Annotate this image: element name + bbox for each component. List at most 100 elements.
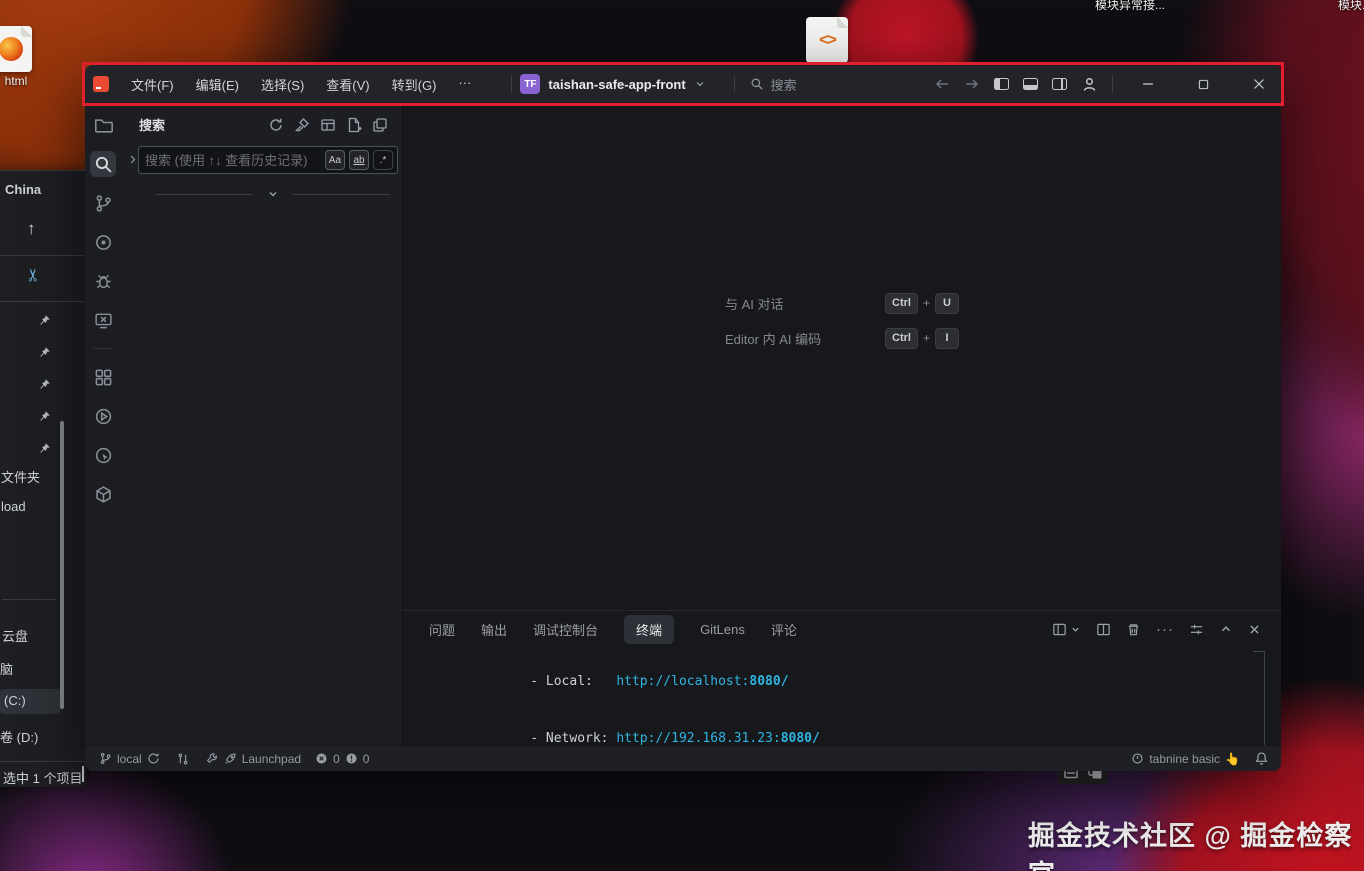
menu-file[interactable]: 文件(F) <box>131 75 174 94</box>
menu-goto[interactable]: 转到(G) <box>392 75 437 94</box>
menu-selection[interactable]: 选择(S) <box>261 75 304 94</box>
maximize-button[interactable] <box>1183 65 1224 103</box>
toggle-right-sidebar-icon[interactable] <box>1052 78 1067 90</box>
error-icon <box>315 752 328 765</box>
pin-icon[interactable] <box>38 314 51 327</box>
collapse-all-icon[interactable] <box>372 117 388 133</box>
extension-plugin-icon-2[interactable] <box>90 442 116 468</box>
project-name[interactable]: taishan-safe-app-front <box>548 77 685 92</box>
titlebar: 文件(F) 编辑(E) 选择(S) 查看(V) 转到(G) ··· TF tai… <box>85 65 1281 103</box>
divider <box>93 348 113 349</box>
file-explorer-window: China ↑ ✂ 文件夹 load 云盘 脑 (C:) 卷 (D:) 选中 1… <box>0 170 86 787</box>
menu-view[interactable]: 查看(V) <box>326 75 369 94</box>
pin-icon[interactable] <box>38 378 51 391</box>
close-button[interactable] <box>1238 65 1271 103</box>
titlebar-search[interactable]: 搜索 <box>734 75 797 94</box>
nav-item-folder[interactable]: 文件夹 <box>1 467 40 486</box>
problems-status-item[interactable]: 0 0 <box>315 752 369 766</box>
desktop-file-label[interactable]: html <box>0 74 44 88</box>
new-search-editor-icon[interactable] <box>346 117 362 133</box>
desktop-file-icon-html[interactable] <box>0 26 32 72</box>
tab-debug-console[interactable]: 调试控制台 <box>533 620 598 639</box>
chevron-down-icon <box>253 188 293 200</box>
kill-terminal-trash-icon[interactable] <box>1126 622 1141 637</box>
source-control-icon[interactable] <box>90 190 116 216</box>
divider <box>1112 76 1113 92</box>
tab-comments[interactable]: 评论 <box>771 620 797 639</box>
cut-icon[interactable]: ✂ <box>24 268 44 282</box>
nav-item-cloud-drive[interactable]: 云盘 <box>2 626 28 645</box>
page-fold <box>837 17 848 28</box>
code-brackets-glyph: <> <box>819 30 835 50</box>
search-view-icon[interactable] <box>90 151 116 177</box>
split-terminal-icon[interactable] <box>1096 622 1111 637</box>
desktop-icon-label-truncated[interactable]: 模块... <box>1338 0 1364 13</box>
whole-word-button[interactable]: ab <box>349 150 369 170</box>
expand-replace-chevron-icon[interactable] <box>127 154 138 165</box>
tab-terminal[interactable]: 终端 <box>624 615 674 644</box>
search-input[interactable] <box>145 153 321 168</box>
toggle-search-details[interactable] <box>155 188 390 200</box>
warning-count: 0 <box>363 752 370 766</box>
close-panel-icon[interactable] <box>1248 623 1261 636</box>
pin-icon[interactable] <box>38 410 51 423</box>
chevron-down-icon[interactable] <box>694 78 706 90</box>
menu-edit[interactable]: 编辑(E) <box>196 75 239 94</box>
explorer-scrollbar[interactable] <box>60 421 64 709</box>
forward-arrow-icon[interactable] <box>964 76 980 92</box>
pin-icon[interactable] <box>38 346 51 359</box>
new-terminal-button[interactable] <box>1052 622 1081 637</box>
maximize-panel-chevron-icon[interactable] <box>1219 622 1233 636</box>
ai-shortcut-hints: 与 AI 对话 Ctrl + U Editor 内 AI 编码 Ctrl + I <box>725 293 959 349</box>
gitlens-icon[interactable] <box>90 229 116 255</box>
toggle-left-sidebar-icon[interactable] <box>994 78 1009 90</box>
desktop-file-icon-code[interactable]: <> <box>806 17 848 63</box>
extensions-icon[interactable] <box>90 364 116 390</box>
explorer-tab-title[interactable]: China <box>5 182 41 197</box>
debug-icon[interactable] <box>90 268 116 294</box>
branch-name: local <box>117 752 142 766</box>
clear-results-icon[interactable] <box>294 117 310 133</box>
app-logo-icon[interactable] <box>93 76 109 92</box>
keycap-i: I <box>935 328 959 349</box>
nav-item-this-pc[interactable]: 脑 <box>0 659 13 678</box>
branch-status-item[interactable]: local <box>99 752 160 766</box>
more-actions-icon[interactable]: ··· <box>1156 621 1174 638</box>
back-arrow-icon[interactable] <box>934 76 950 92</box>
git-branch-icon <box>99 752 112 765</box>
explorer-icon[interactable] <box>90 112 116 138</box>
account-icon[interactable] <box>1081 76 1098 93</box>
commit-graph-status-item[interactable] <box>176 752 190 766</box>
refresh-icon[interactable] <box>268 117 284 133</box>
up-arrow-icon[interactable]: ↑ <box>27 219 36 239</box>
extension-plugin-icon-1[interactable] <box>90 403 116 429</box>
terminal-local-link[interactable]: http://localhost: <box>616 674 749 689</box>
terminal-local-port[interactable]: 8080/ <box>749 674 788 689</box>
match-case-button[interactable]: Aa <box>325 150 345 170</box>
nav-item-download[interactable]: load <box>1 499 26 514</box>
desktop-icon-label-truncated[interactable]: 模块异常接... <box>1095 0 1165 13</box>
regex-button[interactable]: .* <box>373 150 393 170</box>
tab-output[interactable]: 输出 <box>481 620 507 639</box>
minimize-button[interactable] <box>1127 65 1169 103</box>
rocket-icon <box>224 752 237 765</box>
terminal-network-port[interactable]: 8080/ <box>781 731 820 746</box>
terminal-scrollbar[interactable] <box>1264 651 1265 745</box>
nav-item-drive-c-selected[interactable]: (C:) <box>0 689 60 714</box>
drive-c-label: (C:) <box>4 693 26 708</box>
configure-sliders-icon[interactable] <box>1189 622 1204 637</box>
terminal-network-link[interactable]: http://192.168.31.23: <box>616 731 780 746</box>
menu-more[interactable]: ··· <box>458 75 471 94</box>
extension-plugin-icon-3[interactable] <box>90 481 116 507</box>
launchpad-status-item[interactable]: Launchpad <box>206 752 301 766</box>
toggle-bottom-panel-icon[interactable] <box>1023 78 1038 90</box>
nav-item-drive-d[interactable]: 卷 (D:) <box>0 727 38 746</box>
open-in-editor-icon[interactable] <box>320 117 336 133</box>
tab-problems[interactable]: 问题 <box>429 620 455 639</box>
monitor-x-icon[interactable] <box>90 307 116 333</box>
project-badge[interactable]: TF <box>520 74 540 94</box>
ai-edit-hint-label: Editor 内 AI 编码 <box>725 329 885 348</box>
tab-gitlens[interactable]: GitLens <box>700 622 745 637</box>
pin-icon[interactable] <box>38 442 51 455</box>
editor-area[interactable]: 与 AI 对话 Ctrl + U Editor 内 AI 编码 Ctrl + I <box>403 103 1281 610</box>
